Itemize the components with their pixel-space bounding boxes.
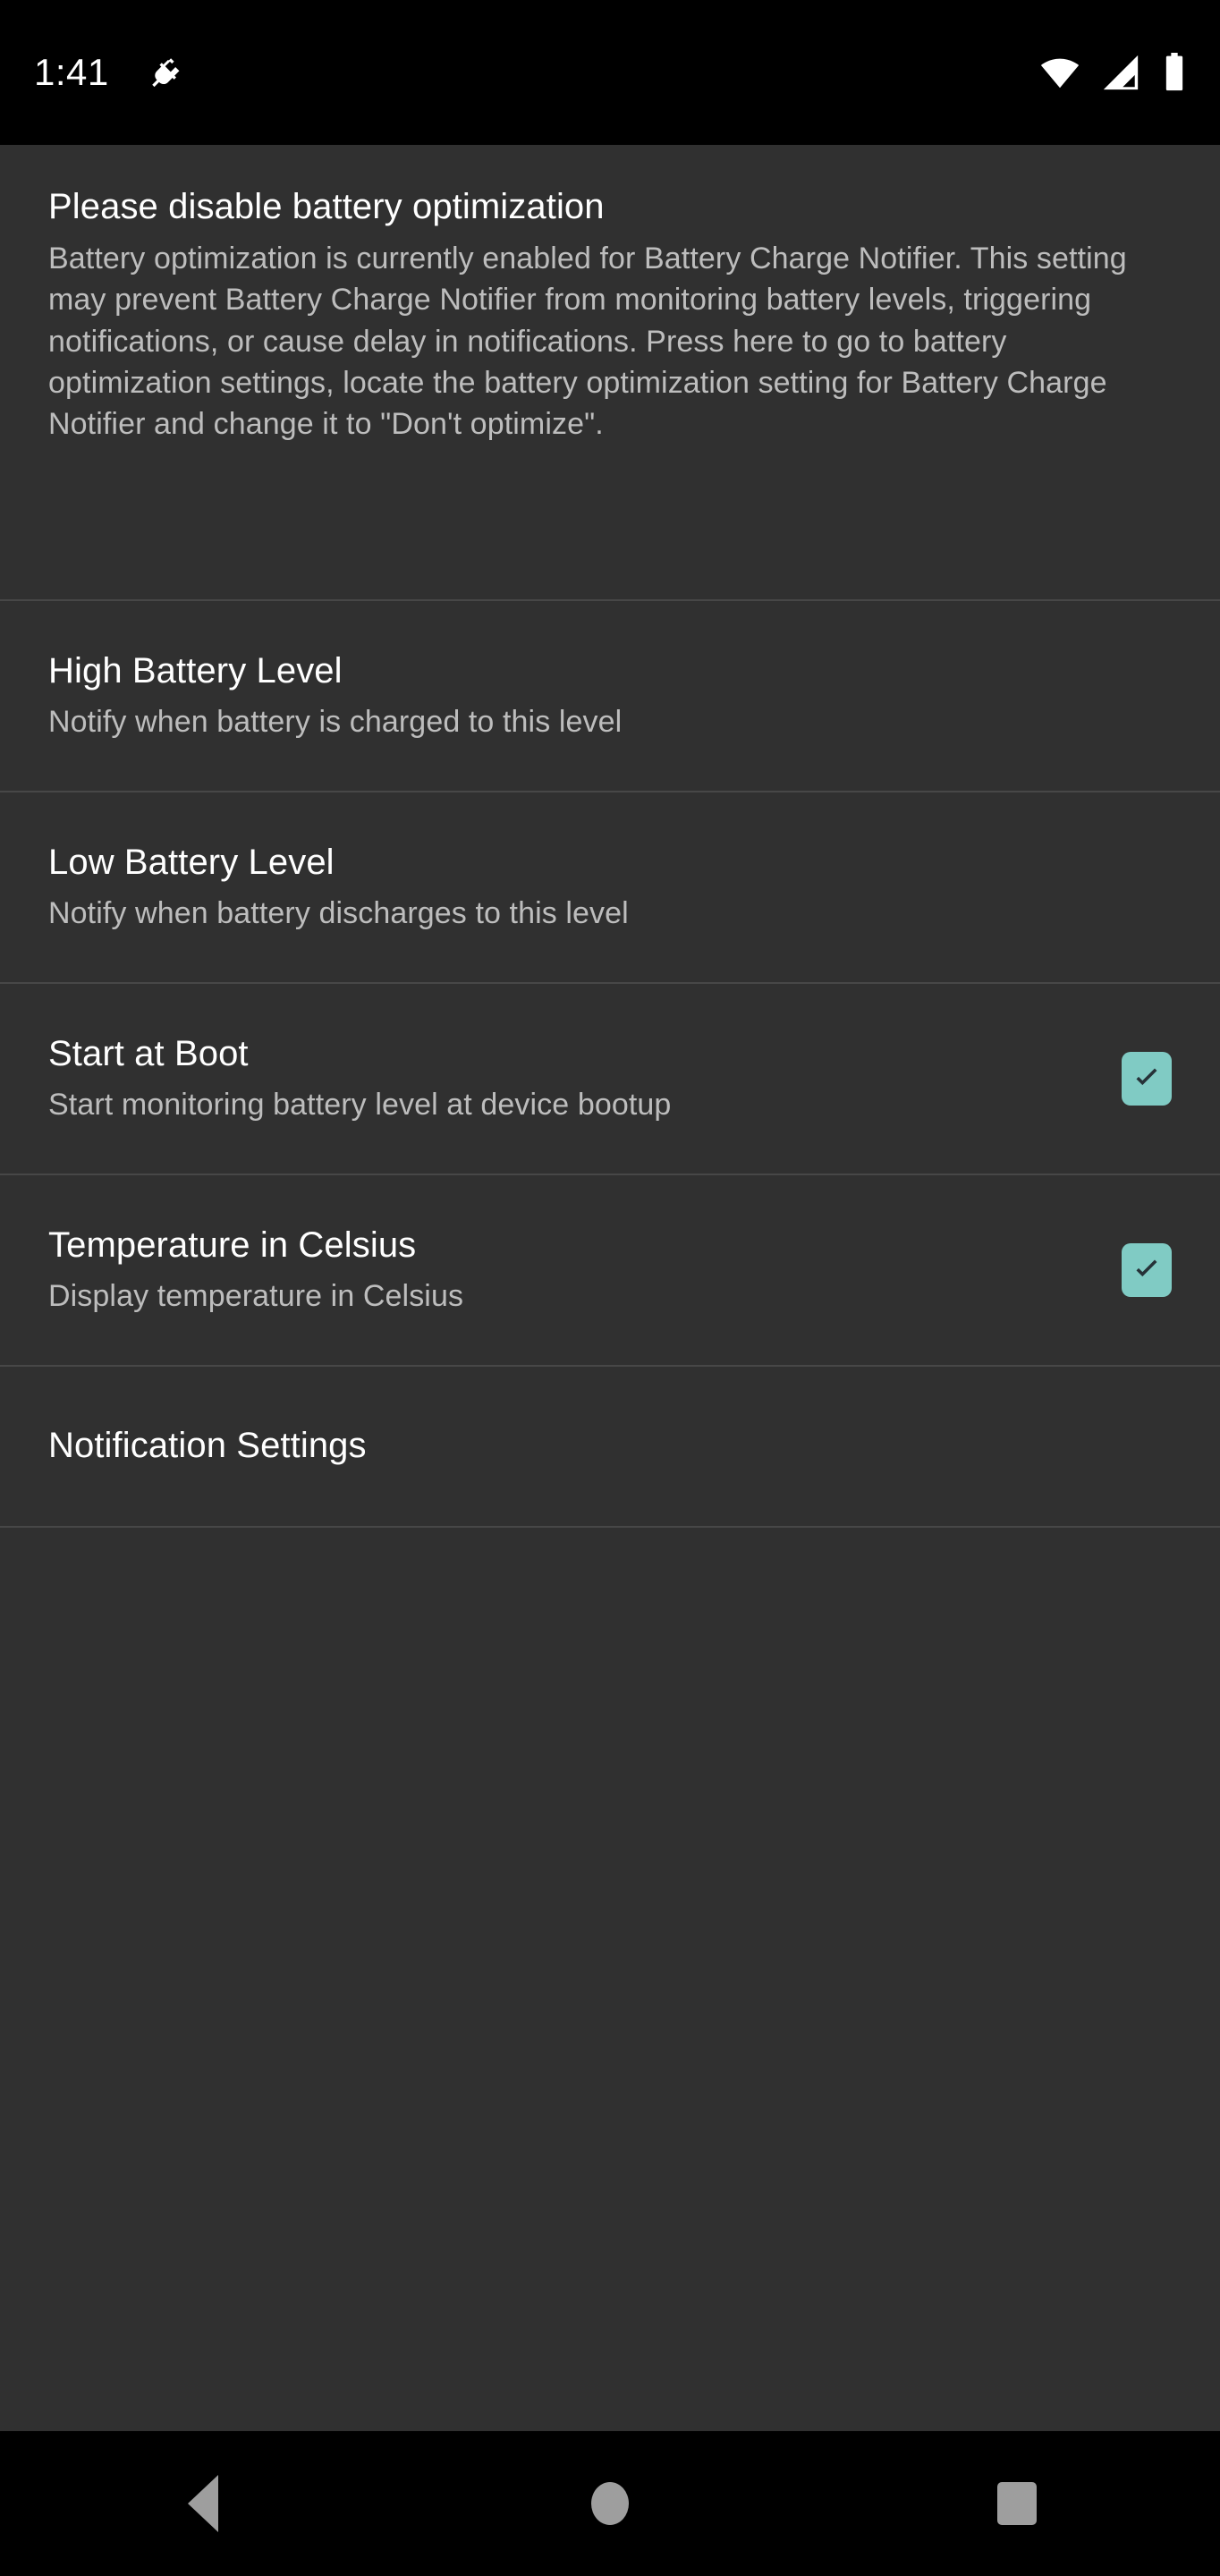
- empty-list-area: [0, 1528, 1220, 2297]
- cellular-signal-icon: [1100, 52, 1141, 93]
- preference-item-temperature-in-celsius[interactable]: Temperature in Celsius Display temperatu…: [0, 1175, 1220, 1367]
- recents-icon: [996, 2482, 1037, 2525]
- preference-summary: Notify when battery discharges to this l…: [48, 896, 629, 930]
- preference-item-battery-optimization[interactable]: Please disable battery optimization Batt…: [0, 145, 1220, 601]
- preference-title: Please disable battery optimization: [48, 187, 605, 226]
- preference-title: Notification Settings: [48, 1426, 367, 1466]
- preference-summary: Display temperature in Celsius: [48, 1279, 464, 1313]
- preference-text-block: Please disable battery optimization Batt…: [48, 170, 1172, 445]
- battery-icon: [1161, 53, 1188, 92]
- preference-text-block: Low Battery Level Notify when battery di…: [48, 815, 1172, 960]
- status-bar-right: [1039, 52, 1188, 93]
- preference-widget: [1122, 1243, 1172, 1297]
- status-bar-left: 1:41: [34, 54, 182, 91]
- preference-title: Temperature in Celsius: [48, 1224, 417, 1265]
- back-button[interactable]: [136, 2431, 270, 2576]
- preference-text-block: Start at Boot Start monitoring battery l…: [48, 1006, 1095, 1151]
- back-icon: [188, 2475, 219, 2532]
- android-screen: 1:41 Please disable battery optimization…: [0, 0, 1220, 2576]
- preference-title: Low Battery Level: [48, 842, 335, 882]
- temperature-in-celsius-checkbox[interactable]: [1122, 1243, 1172, 1297]
- preference-summary: Notify when battery is charged to this l…: [48, 705, 623, 739]
- preference-summary: Start monitoring battery level at device…: [48, 1088, 672, 1122]
- preference-widget: [1122, 1052, 1172, 1106]
- preference-summary: Battery optimization is currently enable…: [48, 242, 1127, 442]
- home-button[interactable]: [543, 2431, 677, 2576]
- preference-item-high-battery-level[interactable]: High Battery Level Notify when battery i…: [0, 601, 1220, 792]
- preference-title: Start at Boot: [48, 1033, 249, 1073]
- preference-text-block: Notification Settings: [48, 1425, 1172, 1467]
- preference-list: Please disable battery optimization Batt…: [0, 145, 1220, 2431]
- status-bar-clock: 1:41: [34, 51, 109, 93]
- recents-button[interactable]: [950, 2431, 1084, 2576]
- power-plug-icon: [147, 55, 182, 90]
- wifi-icon: [1039, 52, 1080, 93]
- check-icon: [1136, 1068, 1157, 1086]
- preference-item-low-battery-level[interactable]: Low Battery Level Notify when battery di…: [0, 792, 1220, 984]
- start-at-boot-checkbox[interactable]: [1122, 1052, 1172, 1106]
- preference-title: High Battery Level: [48, 650, 343, 691]
- preference-item-start-at-boot[interactable]: Start at Boot Start monitoring battery l…: [0, 984, 1220, 1175]
- preference-item-notification-settings[interactable]: Notification Settings: [0, 1367, 1220, 1528]
- preference-text-block: High Battery Level Notify when battery i…: [48, 623, 1172, 768]
- status-bar: 1:41: [0, 0, 1220, 145]
- preference-text-block: Temperature in Celsius Display temperatu…: [48, 1198, 1095, 1343]
- navigation-bar: [0, 2431, 1220, 2576]
- check-icon: [1136, 1259, 1157, 1277]
- home-icon: [590, 2482, 629, 2525]
